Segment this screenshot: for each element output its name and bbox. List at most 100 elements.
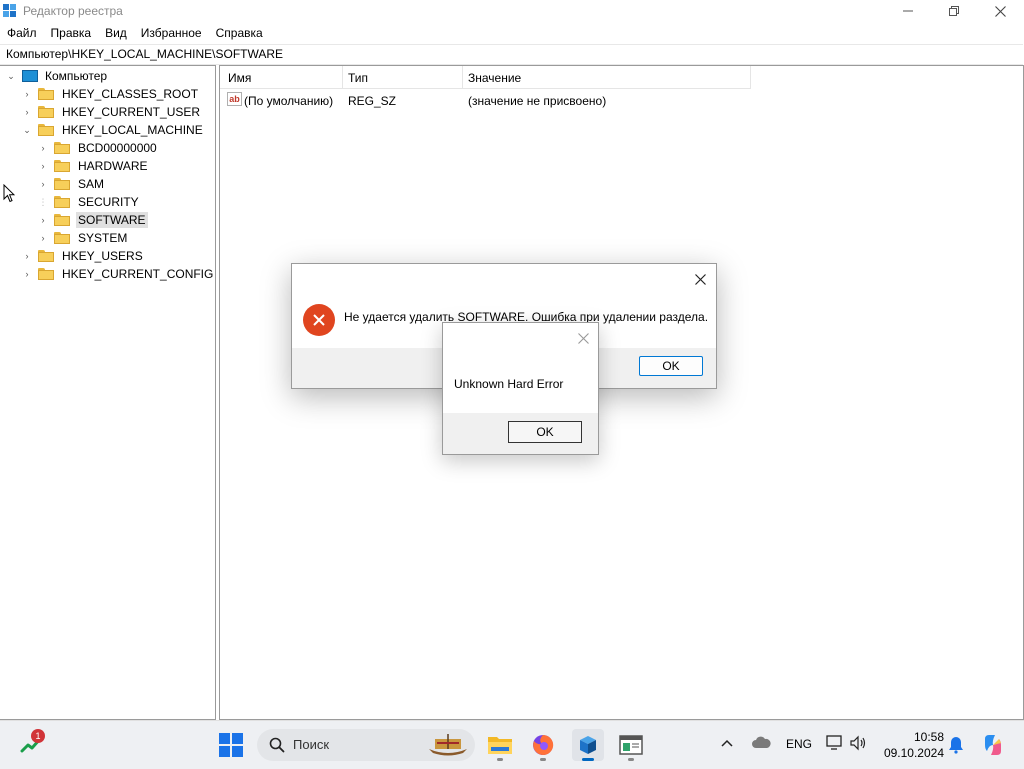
hard-error-message: Unknown Hard Error (454, 377, 564, 391)
tree-item-hkcc[interactable]: › HKEY_CURRENT_CONFIG (22, 265, 215, 283)
firefox-icon (533, 734, 554, 755)
value-type: REG_SZ (348, 94, 397, 108)
menu-view[interactable]: Вид (98, 26, 134, 40)
hard-error-dialog: Unknown Hard Error OK (442, 322, 599, 455)
error-icon (303, 304, 335, 336)
column-type[interactable]: Тип (348, 71, 368, 85)
regedit-icon (580, 736, 596, 754)
folder-icon (54, 196, 70, 208)
file-explorer-button[interactable] (484, 729, 516, 761)
file-explorer-icon (488, 737, 512, 754)
running-indicator (497, 758, 503, 761)
chevron-up-icon[interactable] (720, 737, 734, 751)
minimize-button[interactable] (885, 0, 931, 22)
taskbar-search[interactable]: Поиск (257, 729, 475, 761)
column-divider[interactable] (750, 66, 751, 88)
chevron-right-icon[interactable]: › (22, 107, 32, 117)
title-bar: Редактор реестра (0, 0, 1024, 22)
folder-icon (54, 178, 70, 190)
value-name[interactable]: (По умолчанию) (244, 94, 333, 108)
menu-file[interactable]: Файл (0, 26, 44, 40)
tree-item-system[interactable]: › SYSTEM (38, 229, 129, 247)
tree-item-label: SAM (78, 177, 105, 191)
chevron-right-icon[interactable]: › (22, 269, 32, 279)
copilot-icon[interactable] (981, 733, 1005, 757)
network-icon[interactable] (826, 735, 844, 751)
close-icon (577, 332, 589, 344)
windows-logo-tile (232, 733, 243, 744)
error-ok-button[interactable]: OK (639, 356, 703, 376)
tree-item-hkcr[interactable]: › HKEY_CLASSES_ROOT (22, 85, 200, 103)
menu-help[interactable]: Справка (209, 26, 270, 40)
menu-edit[interactable]: Правка (44, 26, 99, 40)
folder-icon (38, 124, 54, 136)
chevron-right-icon[interactable]: › (38, 179, 48, 189)
chevron-right-icon[interactable]: › (38, 143, 48, 153)
tree-item-computer[interactable]: ⌄ Компьютер (6, 67, 109, 85)
list-header: Имя Тип Значение (220, 66, 751, 89)
clock-time: 10:58 (913, 730, 944, 744)
dialog-close-button[interactable] (574, 329, 592, 347)
column-divider[interactable] (342, 66, 343, 88)
language-indicator[interactable]: ENG (786, 737, 812, 751)
string-value-icon: ab (227, 92, 242, 106)
start-button[interactable] (219, 733, 243, 757)
chevron-right-icon[interactable]: › (22, 89, 32, 99)
clock[interactable]: 10:58 09.10.2024 (880, 729, 944, 761)
windows-logo-tile (219, 746, 230, 757)
minimize-icon (903, 10, 913, 12)
tree-item-label: Компьютер (45, 69, 108, 83)
regedit-taskbar-button[interactable] (572, 729, 604, 761)
tree-item-security[interactable]: ⋮ SECURITY (38, 193, 141, 211)
menu-favorites[interactable]: Избранное (134, 26, 209, 40)
search-icon (269, 737, 285, 753)
firefox-button[interactable] (527, 729, 559, 761)
folder-icon (38, 88, 54, 100)
clock-date: 09.10.2024 (883, 746, 944, 760)
running-indicator (628, 758, 634, 761)
tree-item-software[interactable]: › SOFTWARE (38, 211, 148, 229)
tree-item-hardware[interactable]: › HARDWARE (38, 157, 150, 175)
folder-icon (54, 232, 70, 244)
tree-item-label: HKEY_CURRENT_CONFIG (62, 267, 214, 281)
regedit-app-icon (3, 4, 16, 17)
chevron-right-icon[interactable]: › (38, 161, 48, 171)
close-icon (994, 5, 1006, 17)
active-indicator (582, 758, 594, 761)
system-app-button[interactable] (615, 729, 647, 761)
mouse-cursor-icon (3, 184, 15, 203)
window-title: Редактор реестра (23, 4, 123, 18)
address-bar[interactable]: Компьютер\HKEY_LOCAL_MACHINE\SOFTWARE (0, 44, 1023, 65)
column-name[interactable]: Имя (228, 71, 251, 85)
search-highlight-ship-icon (429, 734, 467, 756)
chevron-right-icon[interactable]: › (38, 215, 48, 225)
close-window-button[interactable] (977, 0, 1023, 22)
notification-bell-icon[interactable] (948, 736, 964, 754)
value-data: (значение не присвоено) (468, 94, 607, 108)
tree-item-label: HKEY_CLASSES_ROOT (62, 87, 199, 101)
chevron-right-icon[interactable]: › (22, 251, 32, 261)
tree-item-bcd[interactable]: › BCD00000000 (38, 139, 159, 157)
column-value[interactable]: Значение (468, 71, 521, 85)
hard-error-ok-button[interactable]: OK (508, 421, 582, 443)
chevron-down-icon[interactable]: ⌄ (6, 71, 16, 81)
tree-item-hklm[interactable]: ⌄ HKEY_LOCAL_MACHINE (22, 121, 205, 139)
volume-icon[interactable] (850, 735, 868, 751)
dialog-close-button[interactable] (690, 270, 710, 288)
tree-item-hkcu[interactable]: › HKEY_CURRENT_USER (22, 103, 202, 121)
tree-item-label: SYSTEM (78, 231, 128, 245)
chevron-down-icon[interactable]: ⌄ (22, 125, 32, 135)
search-placeholder: Поиск (293, 737, 330, 752)
folder-icon (54, 160, 70, 172)
address-path[interactable]: Компьютер\HKEY_LOCAL_MACHINE\SOFTWARE (6, 47, 283, 61)
tree-item-hku[interactable]: › HKEY_USERS (22, 247, 145, 265)
column-divider[interactable] (462, 66, 463, 88)
chevron-right-icon[interactable]: › (38, 233, 48, 243)
values-list[interactable]: Имя Тип Значение ab (По умолчанию) REG_S… (219, 65, 1024, 720)
restore-button[interactable] (931, 0, 977, 22)
windows-logo-tile (232, 746, 243, 757)
registry-tree[interactable]: ⌄ Компьютер › HKEY_CLASSES_ROOT › HKEY_C… (0, 65, 216, 720)
folder-icon (38, 106, 54, 118)
tree-item-sam[interactable]: › SAM (38, 175, 106, 193)
onedrive-cloud-icon[interactable] (751, 735, 771, 751)
